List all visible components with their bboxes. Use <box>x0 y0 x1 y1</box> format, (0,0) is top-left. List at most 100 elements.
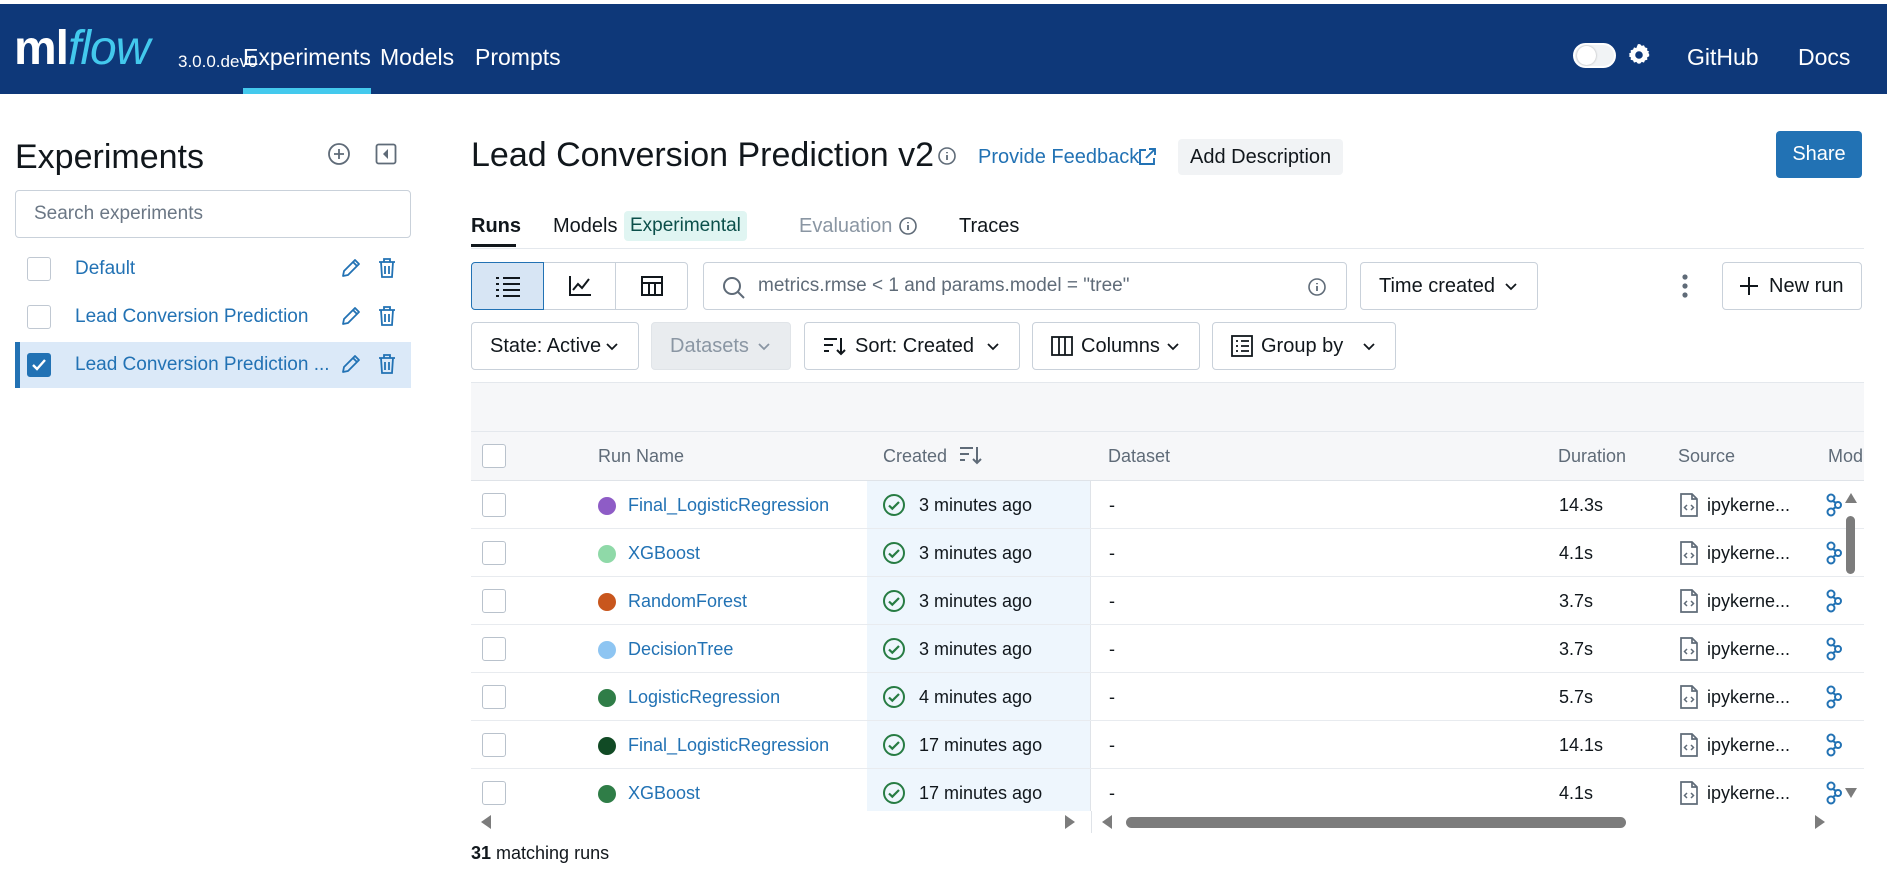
sort-descending-icon[interactable] <box>959 445 983 467</box>
external-link-icon[interactable] <box>1135 145 1159 169</box>
run-name-link[interactable]: DecisionTree <box>628 639 733 660</box>
model-link-icon[interactable] <box>1826 541 1842 565</box>
delete-trash-icon[interactable] <box>375 256 399 280</box>
source-value[interactable]: ipykerne... <box>1707 735 1790 756</box>
datasets-dropdown[interactable]: Datasets <box>651 322 791 370</box>
nav-tab-models[interactable]: Models <box>380 42 454 72</box>
table-row[interactable]: RandomForest 3 minutes ago - 3.7s ipykerne..… <box>471 577 1864 625</box>
collapse-sidebar-icon[interactable] <box>371 139 401 169</box>
row-checkbox[interactable] <box>482 781 506 805</box>
row-checkbox[interactable] <box>482 493 506 517</box>
group-by-dropdown[interactable]: Group by <box>1212 322 1396 370</box>
tab-runs[interactable]: Runs <box>471 215 521 238</box>
model-link-icon[interactable] <box>1826 589 1842 613</box>
more-options-kebab-icon[interactable] <box>1672 272 1698 300</box>
experiment-checkbox[interactable] <box>27 257 51 281</box>
column-header-duration[interactable]: Duration <box>1558 446 1626 467</box>
column-header-dataset[interactable]: Dataset <box>1108 446 1170 467</box>
experiment-name[interactable]: Lead Conversion Prediction <box>75 306 308 328</box>
tab-models[interactable]: Models <box>553 215 617 238</box>
column-header-created[interactable]: Created <box>883 446 947 467</box>
scroll-right-arrow-icon[interactable] <box>1815 815 1825 829</box>
tab-traces[interactable]: Traces <box>959 215 1019 238</box>
row-checkbox[interactable] <box>482 541 506 565</box>
mlflow-logo[interactable]: mlflow <box>14 24 150 74</box>
row-checkbox[interactable] <box>482 589 506 613</box>
edit-pencil-icon[interactable] <box>339 256 363 280</box>
table-row[interactable]: Final_LogisticRegression 3 minutes ago - 14… <box>471 481 1864 529</box>
run-color-dot[interactable] <box>598 641 616 659</box>
run-name-link[interactable]: Final_LogisticRegression <box>628 495 829 516</box>
github-link[interactable]: GitHub <box>1687 42 1759 72</box>
scroll-right-arrow-icon[interactable] <box>1065 815 1075 829</box>
theme-toggle[interactable] <box>1573 43 1616 68</box>
table-row[interactable]: XGBoost 17 minutes ago - 4.1s ipykerne... <box>471 769 1864 817</box>
experiment-item-lead-conversion-v2[interactable]: Lead Conversion Prediction ... <box>15 342 411 388</box>
experiment-name[interactable]: Default <box>75 258 135 280</box>
model-link-icon[interactable] <box>1826 685 1842 709</box>
vertical-scroll-thumb[interactable] <box>1846 516 1855 574</box>
source-value[interactable]: ipykerne... <box>1707 639 1790 660</box>
model-link-icon[interactable] <box>1826 781 1842 805</box>
search-experiments-input[interactable] <box>15 190 411 238</box>
row-checkbox[interactable] <box>482 733 506 757</box>
vertical-scrollbar[interactable] <box>1842 490 1858 810</box>
run-color-dot[interactable] <box>598 785 616 803</box>
column-header-models[interactable]: Mod <box>1828 446 1863 467</box>
model-link-icon[interactable] <box>1826 733 1842 757</box>
experiment-checkbox[interactable] <box>27 305 51 329</box>
run-color-dot[interactable] <box>598 689 616 707</box>
experiment-item-default[interactable]: Default <box>15 246 411 292</box>
row-checkbox[interactable] <box>482 637 506 661</box>
run-name-link[interactable]: XGBoost <box>628 783 700 804</box>
source-value[interactable]: ipykerne... <box>1707 495 1790 516</box>
source-value[interactable]: ipykerne... <box>1707 687 1790 708</box>
column-header-run-name[interactable]: Run Name <box>598 446 684 467</box>
experiment-checkbox-checked[interactable] <box>27 353 51 377</box>
state-filter-dropdown[interactable]: State: Active <box>471 322 639 370</box>
run-name-link[interactable]: XGBoost <box>628 543 700 564</box>
table-view-icon[interactable] <box>615 262 688 310</box>
run-name-link[interactable]: LogisticRegression <box>628 687 780 708</box>
table-row[interactable]: LogisticRegression 4 minutes ago - 5.7s ipyk… <box>471 673 1864 721</box>
scroll-left-arrow-icon[interactable] <box>481 815 491 829</box>
share-button[interactable]: Share <box>1776 131 1862 178</box>
list-view-icon[interactable] <box>471 262 544 310</box>
time-created-dropdown[interactable]: Time created <box>1360 262 1538 310</box>
new-run-button[interactable]: New run <box>1722 262 1862 310</box>
evaluation-info-icon[interactable] <box>898 216 918 236</box>
model-link-icon[interactable] <box>1826 637 1842 661</box>
table-row[interactable]: DecisionTree 3 minutes ago - 3.7s ipykerne..… <box>471 625 1864 673</box>
filter-info-icon[interactable] <box>1307 277 1327 297</box>
source-value[interactable]: ipykerne... <box>1707 783 1790 804</box>
delete-trash-icon[interactable] <box>375 304 399 328</box>
settings-gear-icon[interactable] <box>1626 42 1652 68</box>
experiment-name[interactable]: Lead Conversion Prediction ... <box>75 354 330 376</box>
model-link-icon[interactable] <box>1826 493 1842 517</box>
source-value[interactable]: ipykerne... <box>1707 591 1790 612</box>
nav-tab-experiments[interactable]: Experiments <box>243 42 371 94</box>
row-checkbox[interactable] <box>482 685 506 709</box>
table-row[interactable]: Final_LogisticRegression 17 minutes ago - 1… <box>471 721 1864 769</box>
create-experiment-icon[interactable] <box>324 139 354 169</box>
nav-tab-prompts[interactable]: Prompts <box>475 42 561 72</box>
column-header-source[interactable]: Source <box>1678 446 1735 467</box>
docs-link[interactable]: Docs <box>1798 42 1850 72</box>
add-description-button[interactable]: Add Description <box>1178 139 1344 175</box>
tab-evaluation[interactable]: Evaluation <box>799 215 892 238</box>
source-value[interactable]: ipykerne... <box>1707 543 1790 564</box>
scroll-left-arrow-icon[interactable] <box>1102 815 1112 829</box>
select-all-checkbox[interactable] <box>482 444 506 468</box>
provide-feedback-link[interactable]: Provide Feedback <box>978 146 1139 169</box>
columns-dropdown[interactable]: Columns <box>1032 322 1200 370</box>
run-filter-input[interactable] <box>758 273 1278 299</box>
chart-view-icon[interactable] <box>543 262 616 310</box>
run-color-dot[interactable] <box>598 545 616 563</box>
edit-pencil-icon[interactable] <box>339 304 363 328</box>
run-color-dot[interactable] <box>598 737 616 755</box>
run-color-dot[interactable] <box>598 593 616 611</box>
run-color-dot[interactable] <box>598 497 616 515</box>
run-name-link[interactable]: Final_LogisticRegression <box>628 735 829 756</box>
experiment-item-lead-conversion[interactable]: Lead Conversion Prediction <box>15 294 411 340</box>
run-name-link[interactable]: RandomForest <box>628 591 747 612</box>
